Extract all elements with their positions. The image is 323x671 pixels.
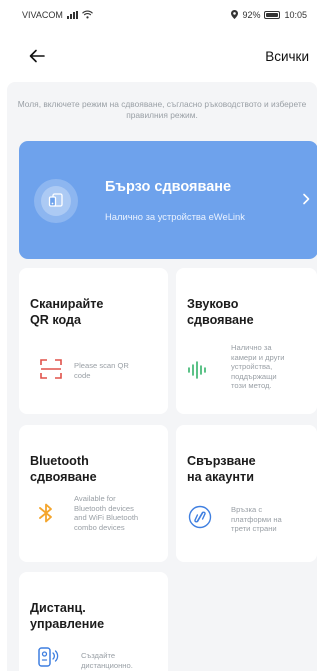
quick-pairing-title: Бързо сдвояване [105,179,232,195]
qr-code-card[interactable]: Сканирайте QR кода Please scan QR code [19,268,168,414]
all-button[interactable]: Всички [265,49,309,64]
sound-wave-icon [186,358,210,382]
sound-card-description: Налично за камери и други устройства, по… [231,343,285,391]
status-right: 92% 10:05 [231,9,307,21]
chevron-right-icon [302,192,310,210]
carrier-label: VIVACOM [22,10,63,20]
quick-pairing-card[interactable]: Бързо сдвояване Налично за устройства eW… [19,141,317,259]
quick-pairing-icon [34,179,78,223]
account-link-card[interactable]: Свързване на акаунти Връзка с платформи … [176,425,317,562]
account-card-title: Свързване на акаунти [187,454,256,484]
remote-card-title: Дистанц. управление [30,601,105,631]
qr-card-title: Сканирайте QR кода [30,297,104,327]
back-arrow-icon[interactable] [26,45,48,67]
sound-pairing-card[interactable]: Звуково сдвояване Налично за камери и др… [176,268,317,414]
battery-icon [264,11,281,19]
location-icon [231,9,239,21]
remote-control-icon [36,645,60,669]
remote-control-card[interactable]: Дистанц. управление Създайте дистанционн… [19,572,168,671]
bluetooth-card-title: Bluetooth сдвояване [30,454,97,484]
quick-pairing-subtitle: Налично за устройства eWeLink [105,211,245,222]
bluetooth-card-description: Available for Bluetooth devices and WiFi… [74,494,139,532]
header: Всички [0,38,323,74]
bluetooth-pairing-card[interactable]: Bluetooth сдвояване Available for Blueto… [19,425,168,562]
pairing-hint-text: Моля, включете режим на сдвояване, съгла… [17,99,307,120]
bluetooth-icon [34,501,58,525]
account-card-description: Връзка с платформи на трети страни [231,505,282,534]
wifi-icon [81,10,93,21]
link-icon [188,505,212,529]
status-bar: VIVACOM 92% 10:05 [0,0,323,30]
qr-scan-icon [39,357,63,381]
battery-percent: 92% [242,10,261,20]
sound-card-title: Звуково сдвояване [187,297,254,327]
status-left: VIVACOM [22,10,93,21]
qr-card-description: Please scan QR code [74,361,129,380]
pairing-methods-panel: Моля, включете режим на сдвояване, съгла… [7,82,317,671]
signal-icon [66,11,78,19]
remote-card-description: Създайте дистанционно. [81,651,133,670]
clock: 10:05 [284,10,307,20]
